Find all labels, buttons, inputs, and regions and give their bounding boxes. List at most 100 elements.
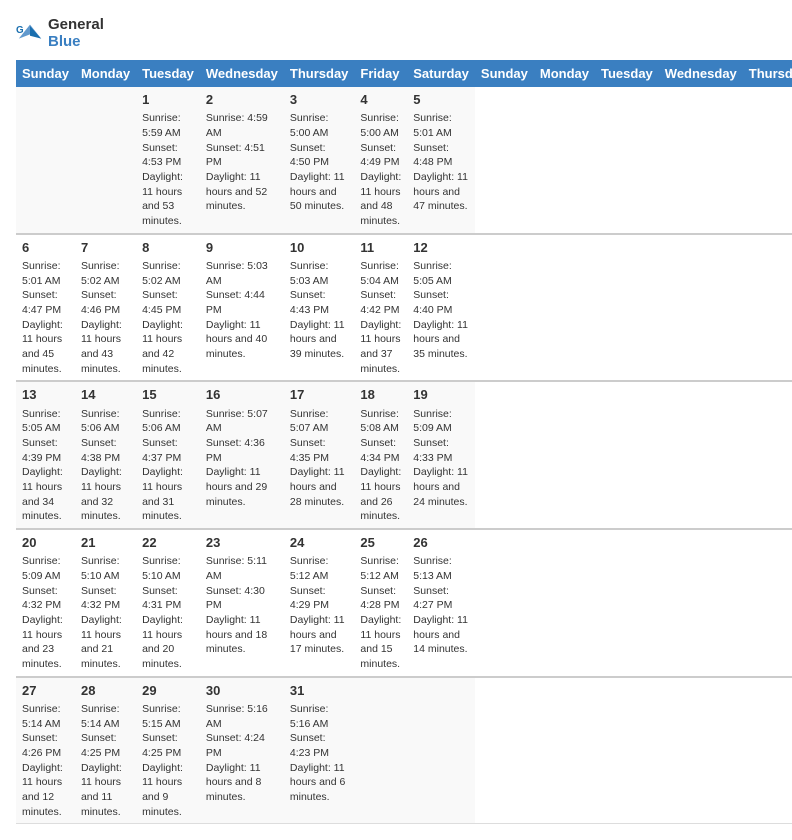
day-number: 5: [413, 91, 469, 109]
calendar-cell: 6 Sunrise: 5:01 AMSunset: 4:47 PMDaylight…: [16, 234, 75, 382]
calendar-cell: 4 Sunrise: 5:00 AMSunset: 4:49 PMDaylight…: [354, 87, 407, 234]
calendar-week-row: 1 Sunrise: 5:59 AMSunset: 4:53 PMDaylight…: [16, 87, 792, 234]
day-number: 28: [81, 682, 130, 700]
calendar-table: SundayMondayTuesdayWednesdayThursdayFrid…: [16, 60, 792, 824]
day-info: Sunrise: 5:02 AMSunset: 4:46 PMDaylight:…: [81, 259, 130, 377]
calendar-cell: 11 Sunrise: 5:04 AMSunset: 4:42 PMDayligh…: [354, 234, 407, 382]
day-number: 10: [290, 239, 349, 257]
calendar-cell: [16, 87, 75, 234]
calendar-cell: 25 Sunrise: 5:12 AMSunset: 4:28 PMDayligh…: [354, 529, 407, 677]
header-sunday: Sunday: [16, 60, 75, 87]
day-info: Sunrise: 5:08 AMSunset: 4:34 PMDaylight:…: [360, 407, 401, 525]
day-number: 25: [360, 534, 401, 552]
day-info: Sunrise: 5:00 AMSunset: 4:49 PMDaylight:…: [360, 111, 401, 229]
header-monday: Monday: [75, 60, 136, 87]
calendar-cell: 29Sunrise: 5:15 AMSunset: 4:25 PMDayligh…: [136, 677, 200, 824]
day-info: Sunrise: 5:04 AMSunset: 4:42 PMDaylight:…: [360, 259, 401, 377]
calendar-cell: 27 Sunrise: 5:14 AMSunset: 4:26 PMDayligh…: [16, 677, 75, 824]
calendar-cell: 5 Sunrise: 5:01 AMSunset: 4:48 PMDaylight…: [407, 87, 475, 234]
header-wednesday: Wednesday: [200, 60, 284, 87]
day-number: 9: [206, 239, 278, 257]
day-number: 6: [22, 239, 69, 257]
calendar-cell: 14 Sunrise: 5:06 AMSunset: 4:38 PMDayligh…: [75, 381, 136, 529]
day-number: 26: [413, 534, 469, 552]
weekday-header-thursday: Thursday: [743, 60, 792, 87]
header-tuesday: Tuesday: [136, 60, 200, 87]
weekday-header-wednesday: Wednesday: [659, 60, 743, 87]
logo-icon: G: [16, 19, 44, 47]
day-info: Sunrise: 5:00 AMSunset: 4:50 PMDaylight:…: [290, 111, 349, 214]
day-number: 27: [22, 682, 69, 700]
day-number: 24: [290, 534, 349, 552]
day-info: Sunrise: 5:16 AMSunset: 4:24 PMDaylight:…: [206, 702, 278, 805]
day-info: Sunrise: 5:09 AMSunset: 4:33 PMDaylight:…: [413, 407, 469, 510]
calendar-header-row: SundayMondayTuesdayWednesdayThursdayFrid…: [16, 60, 792, 87]
calendar-cell: 12Sunrise: 5:05 AMSunset: 4:40 PMDayligh…: [407, 234, 475, 382]
calendar-cell: 16Sunrise: 5:07 AMSunset: 4:36 PMDayligh…: [200, 381, 284, 529]
calendar-cell: 9 Sunrise: 5:03 AMSunset: 4:44 PMDaylight…: [200, 234, 284, 382]
day-number: 8: [142, 239, 194, 257]
calendar-cell: 8Sunrise: 5:02 AMSunset: 4:45 PMDaylight…: [136, 234, 200, 382]
day-number: 20: [22, 534, 69, 552]
day-number: 15: [142, 386, 194, 404]
day-number: 7: [81, 239, 130, 257]
day-info: Sunrise: 5:06 AMSunset: 4:38 PMDaylight:…: [81, 407, 130, 525]
day-number: 13: [22, 386, 69, 404]
calendar-cell: 1 Sunrise: 5:59 AMSunset: 4:53 PMDaylight…: [136, 87, 200, 234]
day-number: 1: [142, 91, 194, 109]
header-friday: Friday: [354, 60, 407, 87]
calendar-cell: 15 Sunrise: 5:06 AMSunset: 4:37 PMDayligh…: [136, 381, 200, 529]
day-number: 2: [206, 91, 278, 109]
day-info: Sunrise: 5:05 AMSunset: 4:40 PMDaylight:…: [413, 259, 469, 362]
day-number: 4: [360, 91, 401, 109]
calendar-cell: 19 Sunrise: 5:09 AMSunset: 4:33 PMDayligh…: [407, 381, 475, 529]
day-info: Sunrise: 4:59 AMSunset: 4:51 PMDaylight:…: [206, 111, 278, 214]
day-info: Sunrise: 5:07 AMSunset: 4:36 PMDaylight:…: [206, 407, 278, 510]
day-info: Sunrise: 5:59 AMSunset: 4:53 PMDaylight:…: [142, 111, 194, 229]
calendar-week-row: 20 Sunrise: 5:09 AMSunset: 4:32 PMDayligh…: [16, 529, 792, 677]
day-info: Sunrise: 5:13 AMSunset: 4:27 PMDaylight:…: [413, 554, 469, 657]
calendar-cell: 24 Sunrise: 5:12 AMSunset: 4:29 PMDayligh…: [284, 529, 355, 677]
day-info: Sunrise: 5:09 AMSunset: 4:32 PMDaylight:…: [22, 554, 69, 672]
calendar-cell: 30Sunrise: 5:16 AMSunset: 4:24 PMDayligh…: [200, 677, 284, 824]
weekday-header-sunday: Sunday: [475, 60, 534, 87]
calendar-cell: [407, 677, 475, 824]
calendar-week-row: 27 Sunrise: 5:14 AMSunset: 4:26 PMDayligh…: [16, 677, 792, 824]
day-info: Sunrise: 5:12 AMSunset: 4:28 PMDaylight:…: [360, 554, 401, 672]
day-number: 11: [360, 239, 401, 257]
day-info: Sunrise: 5:10 AMSunset: 4:31 PMDaylight:…: [142, 554, 194, 672]
day-number: 14: [81, 386, 130, 404]
calendar-cell: [75, 87, 136, 234]
day-number: 3: [290, 91, 349, 109]
weekday-header-monday: Monday: [534, 60, 595, 87]
day-info: Sunrise: 5:01 AMSunset: 4:48 PMDaylight:…: [413, 111, 469, 214]
logo: G GeneralBlue: [16, 16, 104, 50]
calendar-cell: 17Sunrise: 5:07 AMSunset: 4:35 PMDayligh…: [284, 381, 355, 529]
calendar-week-row: 6 Sunrise: 5:01 AMSunset: 4:47 PMDaylight…: [16, 234, 792, 382]
day-info: Sunrise: 5:14 AMSunset: 4:25 PMDaylight:…: [81, 702, 130, 820]
day-info: Sunrise: 5:03 AMSunset: 4:43 PMDaylight:…: [290, 259, 349, 362]
day-info: Sunrise: 5:10 AMSunset: 4:32 PMDaylight:…: [81, 554, 130, 672]
day-number: 31: [290, 682, 349, 700]
day-number: 18: [360, 386, 401, 404]
day-info: Sunrise: 5:16 AMSunset: 4:23 PMDaylight:…: [290, 702, 349, 805]
logo-text: GeneralBlue: [48, 16, 104, 50]
day-info: Sunrise: 5:12 AMSunset: 4:29 PMDaylight:…: [290, 554, 349, 657]
calendar-cell: 26 Sunrise: 5:13 AMSunset: 4:27 PMDayligh…: [407, 529, 475, 677]
day-info: Sunrise: 5:01 AMSunset: 4:47 PMDaylight:…: [22, 259, 69, 377]
calendar-cell: 7 Sunrise: 5:02 AMSunset: 4:46 PMDaylight…: [75, 234, 136, 382]
weekday-header-tuesday: Tuesday: [595, 60, 659, 87]
day-info: Sunrise: 5:14 AMSunset: 4:26 PMDaylight:…: [22, 702, 69, 820]
day-info: Sunrise: 5:03 AMSunset: 4:44 PMDaylight:…: [206, 259, 278, 362]
calendar-cell: 21Sunrise: 5:10 AMSunset: 4:32 PMDayligh…: [75, 529, 136, 677]
calendar-cell: 18 Sunrise: 5:08 AMSunset: 4:34 PMDayligh…: [354, 381, 407, 529]
day-info: Sunrise: 5:05 AMSunset: 4:39 PMDaylight:…: [22, 407, 69, 525]
day-info: Sunrise: 5:06 AMSunset: 4:37 PMDaylight:…: [142, 407, 194, 525]
day-number: 19: [413, 386, 469, 404]
day-info: Sunrise: 5:07 AMSunset: 4:35 PMDaylight:…: [290, 407, 349, 510]
calendar-cell: 3 Sunrise: 5:00 AMSunset: 4:50 PMDaylight…: [284, 87, 355, 234]
day-info: Sunrise: 5:15 AMSunset: 4:25 PMDaylight:…: [142, 702, 194, 820]
calendar-week-row: 13 Sunrise: 5:05 AMSunset: 4:39 PMDayligh…: [16, 381, 792, 529]
calendar-cell: 28 Sunrise: 5:14 AMSunset: 4:25 PMDayligh…: [75, 677, 136, 824]
calendar-cell: 23Sunrise: 5:11 AMSunset: 4:30 PMDayligh…: [200, 529, 284, 677]
